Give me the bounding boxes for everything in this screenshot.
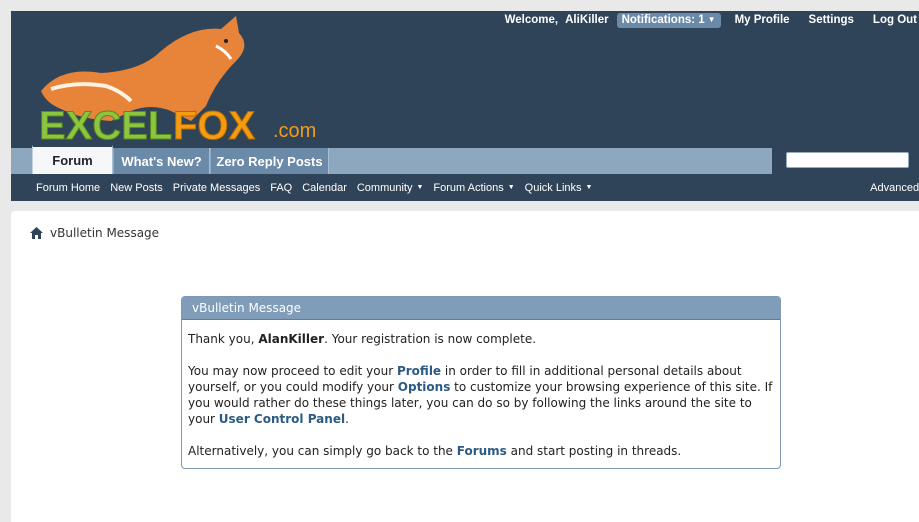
caret-down-icon: ▼ [507,184,515,191]
notifications-button[interactable]: Notifications: 1 ▼ [616,12,721,28]
logo-text-fox: FOX [173,104,256,148]
sub-navigation: Forum Home New Posts Private Messages FA… [11,174,919,201]
message-title: vBulletin Message [182,297,780,320]
subnav-new-posts[interactable]: New Posts [110,182,163,194]
tab-label: Zero Reply Posts [216,153,323,169]
logo-text-excel: EXCEL [39,104,172,148]
subnav-calendar[interactable]: Calendar [302,182,347,194]
subnav-label: Community [356,181,413,194]
message-paragraph: You may now proceed to edit your Profile… [188,364,773,426]
advanced-search-link[interactable]: Advanced Search [870,182,919,194]
main-content: vBulletin Message vBulletin Message Than… [11,211,919,522]
tab-whats-new[interactable]: What's New? [114,148,210,174]
subnav-quick-links[interactable]: Quick Links ▼ [525,182,593,194]
tab-label: What's New? [121,153,202,169]
message-box: vBulletin Message Thank you, AlanKiller.… [181,296,781,469]
logout-link[interactable]: Log Out [873,14,917,26]
tab-label: Forum [52,153,93,168]
home-icon[interactable] [30,227,43,239]
options-link[interactable]: Options [398,380,451,394]
site-logo[interactable]: EXCEL FOX .com [21,11,341,148]
subnav-faq[interactable]: FAQ [270,182,292,194]
search-area [772,148,919,174]
message-paragraph: Alternatively, you can simply go back to… [188,444,682,458]
subnav-label: Quick Links [524,181,582,194]
subnav-forum-actions[interactable]: Forum Actions ▼ [433,182,514,194]
message-paragraph: Thank you, AlanKiller. Your registration… [188,332,537,346]
my-profile-link[interactable]: My Profile [735,14,790,26]
caret-down-icon: ▼ [416,184,424,191]
notifications-label: Notifications: 1 [621,13,705,26]
settings-link[interactable]: Settings [809,14,854,26]
nav-tabs-bar: Forum What's New? Zero Reply Posts [11,145,919,174]
breadcrumb-label: vBulletin Message [50,226,160,240]
site-header: EXCEL FOX .com Welcome, AliKiller Notifi… [11,11,919,201]
top-links: Welcome, AliKiller Notifications: 1 ▼ My… [505,11,919,29]
forums-link[interactable]: Forums [457,444,507,458]
caret-down-icon: ▼ [585,184,593,191]
breadcrumb: vBulletin Message [30,226,159,240]
tab-zero-reply-posts[interactable]: Zero Reply Posts [211,148,329,174]
search-input[interactable] [786,152,909,168]
message-body: Thank you, AlanKiller. Your registration… [182,320,780,459]
caret-down-icon: ▼ [707,15,716,24]
logo-text-com: .com [273,120,316,142]
subnav-private-messages[interactable]: Private Messages [173,182,260,194]
tab-forum[interactable]: Forum [32,145,113,174]
subnav-community[interactable]: Community ▼ [357,182,424,194]
subnav-forum-home[interactable]: Forum Home [36,182,100,194]
user-control-panel-link[interactable]: User Control Panel [219,412,345,426]
subnav-label: Forum Actions [433,181,504,194]
profile-link[interactable]: Profile [397,364,441,378]
registered-username: AlanKiller [258,332,325,346]
username-link[interactable]: AliKiller [565,14,608,26]
welcome-text: Welcome, [504,14,559,26]
